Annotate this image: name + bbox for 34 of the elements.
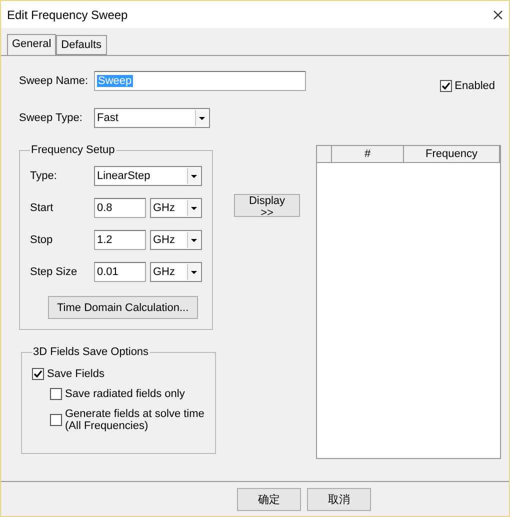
field-label: Type: [30,170,58,182]
window-title: Edit Frequency Sweep [7,8,128,22]
checkbox[interactable] [32,368,44,380]
field-label: Start [30,202,54,214]
checkbox-label: Save Fields [47,368,104,380]
close-icon[interactable] [493,10,503,20]
type-dropdown[interactable]: LinearStep [94,166,202,186]
unit-dropdown[interactable]: GHz [150,262,202,282]
checkbox-label: Enabled [454,80,495,92]
field-label: Step Size [30,266,78,278]
checkbox-label: Save radiated fields only [65,388,186,400]
checkbox-label: Generate fields at solve time (All Frequencies) [65,408,205,432]
group-title: 3D Fields Save Options [32,346,150,358]
sweep-type-dropdown[interactable]: Fast [94,108,210,128]
time-domain-button[interactable]: Time Domain Calculation... [48,296,198,319]
unit-dropdown[interactable]: GHz [150,230,202,250]
value-field[interactable]: 0.01 [94,262,146,282]
column-header[interactable]: # [332,146,404,162]
tab[interactable]: General [7,34,56,56]
group-title: Frequency Setup [30,144,116,156]
column-header[interactable]: Frequency [404,146,500,162]
field-label: Stop [30,234,54,246]
checkbox[interactable] [440,80,452,92]
cancel-button[interactable]: 取消 [307,488,371,510]
value-field[interactable]: 0.8 [94,198,146,218]
display-button[interactable]: Display >> [234,194,300,217]
value-field[interactable]: 1.2 [94,230,146,250]
field-label: Sweep Name: [19,75,90,87]
field-label: Sweep Type: [19,112,84,124]
checkbox[interactable] [50,414,62,426]
unit-dropdown[interactable]: GHz [150,198,202,218]
ok-button[interactable]: 确定 [237,488,301,510]
checkbox[interactable] [50,388,62,400]
tab[interactable]: Defaults [56,35,106,55]
